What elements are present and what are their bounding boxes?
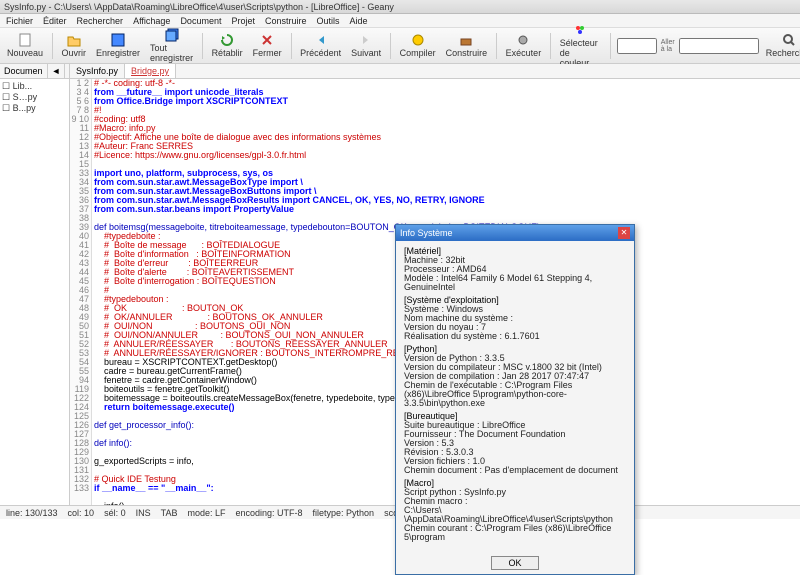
compile-icon xyxy=(411,33,425,47)
arrow-right-icon xyxy=(359,33,373,47)
gear-icon xyxy=(516,33,530,47)
dialog-close-button[interactable]: ✕ xyxy=(618,227,630,239)
execute-button[interactable]: Exécuter xyxy=(503,32,545,59)
revert-icon xyxy=(220,33,234,47)
search-button[interactable]: Rechercher xyxy=(763,32,800,59)
tree-item[interactable]: ☐ Lib... xyxy=(2,81,67,92)
disks-icon xyxy=(165,28,179,42)
dialog-body: [Matériel] Machine : 32bit Processeur : … xyxy=(396,241,634,552)
status-tab: TAB xyxy=(161,508,178,518)
geany-titlebar: SysInfo.py - C:\Users\ \AppData\Roaming\… xyxy=(0,0,800,14)
file-icon xyxy=(18,33,32,47)
dialog-titlebar[interactable]: Info Système ✕ xyxy=(396,225,634,241)
geany-title: SysInfo.py - C:\Users\ \AppData\Roaming\… xyxy=(4,2,394,12)
geany-sidebar: Documen ◄ ► ☐ Lib... ☐ S…py ☐ B...py xyxy=(0,64,70,505)
goto-label: Aller à la xyxy=(661,39,675,53)
disk-icon xyxy=(111,33,125,47)
status-mode: mode: LF xyxy=(187,508,225,518)
menu-editer[interactable]: Éditer xyxy=(43,16,67,26)
compile-button[interactable]: Compiler xyxy=(397,32,439,59)
ok-button[interactable]: OK xyxy=(491,556,538,570)
status-line: line: 130/133 xyxy=(6,508,58,518)
tree-item[interactable]: ☐ S…py xyxy=(2,92,67,103)
status-ins: INS xyxy=(136,508,151,518)
save-button[interactable]: Enregistrer xyxy=(93,32,143,59)
menu-aide[interactable]: Aide xyxy=(350,16,368,26)
menu-projet[interactable]: Projet xyxy=(231,16,255,26)
build-icon xyxy=(459,33,473,47)
save-all-button[interactable]: Tout enregistrer xyxy=(147,27,196,64)
close-button[interactable]: Fermer xyxy=(250,32,285,59)
tree-item[interactable]: ☐ B...py xyxy=(2,103,67,114)
editor-tab-bridge[interactable]: Bridge.py xyxy=(125,64,176,78)
menu-rechercher[interactable]: Rechercher xyxy=(77,16,124,26)
status-col: col: 10 xyxy=(68,508,95,518)
build-button[interactable]: Construire xyxy=(443,32,491,59)
status-ft: filetype: Python xyxy=(313,508,375,518)
menu-fichier[interactable]: Fichier xyxy=(6,16,33,26)
next-button[interactable]: Suivant xyxy=(348,32,384,59)
geany-menubar: Fichier Éditer Rechercher Affichage Docu… xyxy=(0,14,800,28)
editor-tab-sysinfo[interactable]: SysInfo.py xyxy=(70,64,125,78)
menu-affichage[interactable]: Affichage xyxy=(133,16,170,26)
status-enc: encoding: UTF-8 xyxy=(235,508,302,518)
arrow-left-icon xyxy=(314,33,328,47)
new-button[interactable]: Nouveau xyxy=(4,32,46,59)
prev-button[interactable]: Précédent xyxy=(297,32,344,59)
search-input[interactable] xyxy=(679,38,759,54)
geany-toolbar: Nouveau Ouvrir Enregistrer Tout enregist… xyxy=(0,28,800,64)
folder-icon xyxy=(67,33,81,47)
menu-outils[interactable]: Outils xyxy=(317,16,340,26)
menu-construire[interactable]: Construire xyxy=(265,16,307,26)
file-tree: ☐ Lib... ☐ S…py ☐ B...py xyxy=(0,79,69,505)
goto-line-input[interactable] xyxy=(617,38,657,54)
side-tab-documents[interactable]: Documen xyxy=(0,64,48,78)
color-button[interactable]: Sélecteur de couleur xyxy=(557,22,605,69)
dialog-title: Info Système xyxy=(400,228,453,238)
side-tab-prev[interactable]: ◄ xyxy=(48,64,66,78)
line-gutter: 1 2 3 4 5 6 7 8 9 10 11 12 13 14 15 33 3… xyxy=(70,79,92,505)
close-icon xyxy=(260,33,274,47)
open-button[interactable]: Ouvrir xyxy=(59,32,90,59)
info-dialog: Info Système ✕ [Matériel] Machine : 32bi… xyxy=(395,224,635,575)
palette-icon xyxy=(573,23,587,37)
status-sel: sél: 0 xyxy=(104,508,126,518)
menu-document[interactable]: Document xyxy=(180,16,221,26)
search-icon xyxy=(782,33,796,47)
revert-button[interactable]: Rétablir xyxy=(209,32,246,59)
